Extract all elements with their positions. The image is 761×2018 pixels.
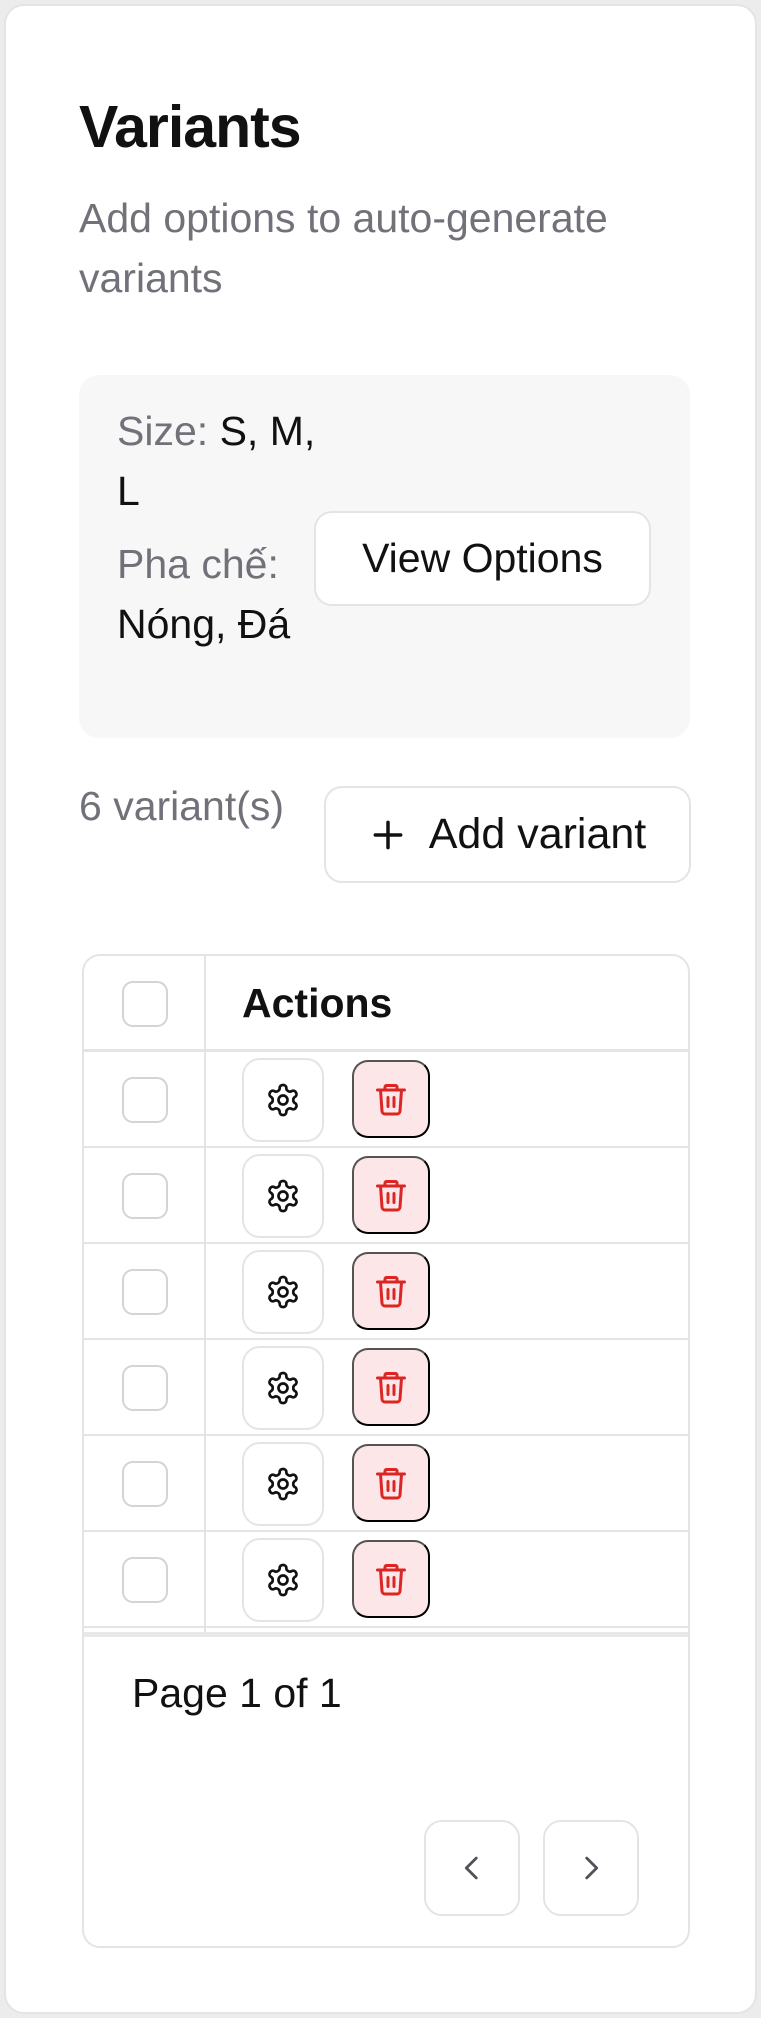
options-summary: Size: S, M, L Pha chế: Nóng, Đá View Opt… xyxy=(79,375,690,738)
trash-icon xyxy=(376,1180,406,1212)
pagination-label: Page 1 of 1 xyxy=(132,1670,342,1716)
option-values: Nóng, Đá xyxy=(117,601,291,647)
trash-icon xyxy=(376,1276,406,1308)
row-checkbox[interactable] xyxy=(122,1365,168,1411)
delete-variant-button[interactable] xyxy=(352,1540,430,1618)
gear-icon xyxy=(268,1563,298,1597)
variants-table: Actions Page 1 of 1 xyxy=(82,954,690,1948)
edit-variant-button[interactable] xyxy=(242,1250,324,1334)
row-checkbox[interactable] xyxy=(122,1461,168,1507)
option-group-brewing: Pha chế: Nóng, Đá xyxy=(117,534,317,654)
page-title: Variants xyxy=(79,94,302,160)
previous-page-button[interactable] xyxy=(424,1820,520,1916)
row-checkbox[interactable] xyxy=(122,1173,168,1219)
delete-variant-button[interactable] xyxy=(352,1444,430,1522)
gear-icon xyxy=(268,1371,298,1405)
option-group-size: Size: S, M, L xyxy=(117,401,317,521)
table-row xyxy=(84,1340,688,1436)
gear-icon xyxy=(268,1275,298,1309)
row-checkbox[interactable] xyxy=(122,1269,168,1315)
trash-icon xyxy=(376,1084,406,1116)
row-checkbox[interactable] xyxy=(122,1077,168,1123)
option-name: Pha chế: xyxy=(117,541,279,587)
option-name: Size: xyxy=(117,408,209,454)
table-row xyxy=(84,1436,688,1532)
variant-count: 6 variant(s) xyxy=(79,783,285,829)
variants-card: Variants Add options to auto-generate va… xyxy=(4,4,757,2014)
row-checkbox[interactable] xyxy=(122,1557,168,1603)
table-row xyxy=(84,1052,688,1148)
table-row xyxy=(84,1244,688,1340)
gear-icon xyxy=(268,1179,298,1213)
trash-icon xyxy=(376,1372,406,1404)
page-subtitle: Add options to auto-generate variants xyxy=(79,195,608,301)
edit-variant-button[interactable] xyxy=(242,1346,324,1430)
delete-variant-button[interactable] xyxy=(352,1252,430,1330)
add-variant-button[interactable]: Add variant xyxy=(324,786,691,883)
table-row xyxy=(84,1532,688,1628)
chevron-left-icon xyxy=(464,1856,478,1880)
edit-variant-button[interactable] xyxy=(242,1442,324,1526)
plus-icon xyxy=(373,820,403,849)
delete-variant-button[interactable] xyxy=(352,1348,430,1426)
chevron-right-icon xyxy=(585,1856,599,1880)
edit-variant-button[interactable] xyxy=(242,1154,324,1238)
gear-icon xyxy=(268,1467,298,1501)
next-page-button[interactable] xyxy=(543,1820,639,1916)
view-options-button[interactable]: View Options xyxy=(314,511,651,606)
add-variant-label: Add variant xyxy=(428,810,647,858)
select-all-checkbox[interactable] xyxy=(122,981,168,1027)
delete-variant-button[interactable] xyxy=(352,1060,430,1138)
table-header-row: Actions xyxy=(84,956,688,1052)
column-header-actions: Actions xyxy=(242,980,393,1026)
edit-variant-button[interactable] xyxy=(242,1538,324,1622)
edit-variant-button[interactable] xyxy=(242,1058,324,1142)
delete-variant-button[interactable] xyxy=(352,1156,430,1234)
trash-icon xyxy=(376,1564,406,1596)
trash-icon xyxy=(376,1468,406,1500)
table-row xyxy=(84,1148,688,1244)
table-footer-divider xyxy=(84,1632,688,1637)
gear-icon xyxy=(268,1083,298,1117)
